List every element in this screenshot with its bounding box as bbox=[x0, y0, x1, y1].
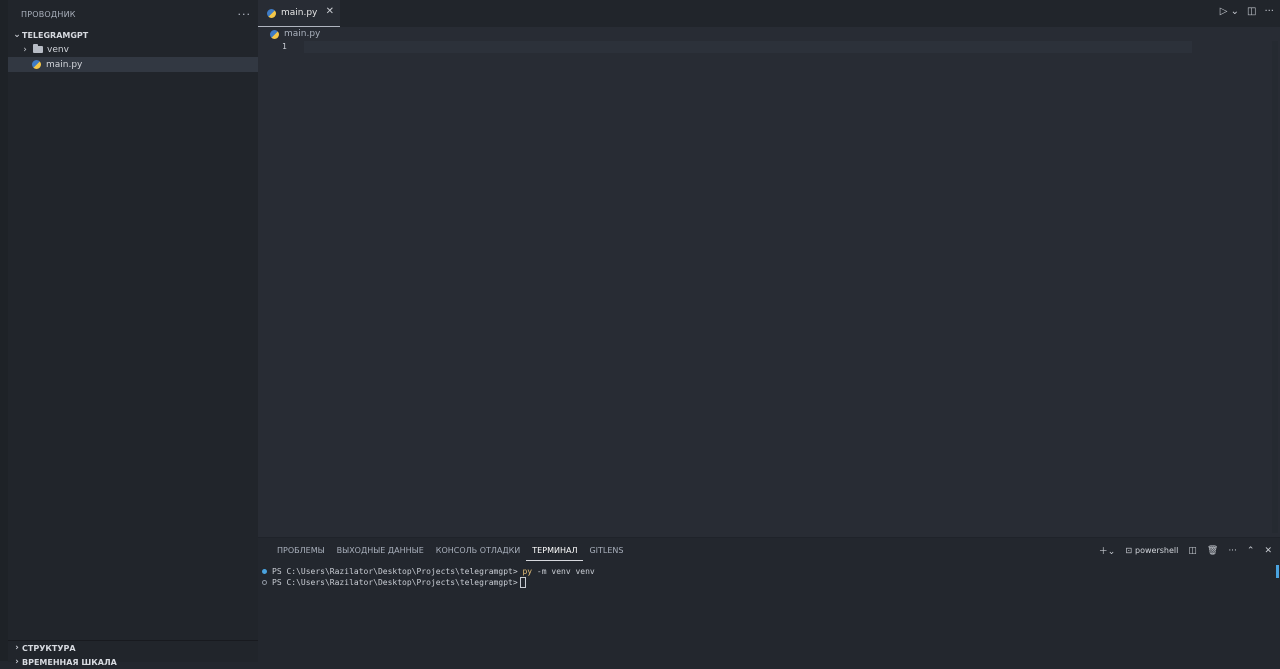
ellipsis-icon[interactable]: ··· bbox=[238, 8, 252, 21]
editor-tabbar: main.py ✕ ▷ ⌄ ◫ ··· bbox=[258, 0, 1280, 27]
split-terminal-icon[interactable]: ◫ bbox=[1188, 546, 1197, 556]
panel-tabs: ПРОБЛЕМЫ ВЫХОДНЫЕ ДАННЫЕ КОНСОЛЬ ОТЛАДКИ… bbox=[271, 543, 629, 561]
tab-main-py[interactable]: main.py ✕ bbox=[258, 0, 340, 27]
run-icon[interactable]: ▷ ⌄ bbox=[1220, 6, 1239, 17]
explorer-sidebar: ПРОВОДНИК ··· ⌄ TELEGRAMGPT › venv main.… bbox=[8, 0, 258, 640]
tab-label: main.py bbox=[281, 8, 318, 18]
close-icon[interactable]: ✕ bbox=[326, 6, 334, 17]
terminal-command: py bbox=[522, 567, 533, 576]
editor-scrollbar[interactable] bbox=[1272, 41, 1278, 533]
terminal-args: -m venv venv bbox=[532, 567, 595, 576]
close-panel-icon[interactable]: ✕ bbox=[1264, 546, 1272, 556]
python-icon bbox=[32, 60, 41, 69]
tab-debug-console[interactable]: КОНСОЛЬ ОТЛАДКИ bbox=[430, 543, 527, 561]
outline-section[interactable]: › СТРУКТУРА bbox=[8, 641, 258, 655]
timeline-label: ВРЕМЕННАЯ ШКАЛА bbox=[22, 657, 117, 667]
tab-terminal[interactable]: ТЕРМИНАЛ bbox=[526, 543, 584, 561]
tab-output[interactable]: ВЫХОДНЫЕ ДАННЫЕ bbox=[331, 543, 430, 561]
more-actions-icon[interactable]: ··· bbox=[1228, 546, 1237, 556]
tab-gitlens[interactable]: GITLENS bbox=[583, 543, 629, 561]
folder-icon bbox=[33, 44, 43, 53]
sidebar-bottom-sections: › СТРУКТУРА › ВРЕМЕННАЯ ШКАЛА bbox=[8, 640, 258, 667]
split-editor-icon[interactable]: ◫ bbox=[1247, 6, 1256, 17]
outline-label: СТРУКТУРА bbox=[22, 643, 76, 653]
chevron-right-icon: › bbox=[23, 44, 27, 55]
breadcrumb[interactable]: main.py bbox=[270, 28, 320, 40]
terminal-output[interactable]: PS C:\Users\Razilator\Desktop\Projects\t… bbox=[262, 566, 595, 588]
project-folder[interactable]: ⌄ TELEGRAMGPT bbox=[8, 28, 258, 42]
trash-icon[interactable]: 🗑 bbox=[1207, 546, 1218, 556]
shell-name: powershell bbox=[1135, 546, 1179, 555]
explorer-title: ПРОВОДНИК bbox=[21, 9, 76, 19]
terminal-icon: ⊡ bbox=[1125, 546, 1133, 555]
terminal-selector[interactable]: ⊡ powershell bbox=[1125, 546, 1178, 555]
explorer-header: ПРОВОДНИК ··· bbox=[8, 0, 258, 28]
python-icon bbox=[270, 29, 279, 39]
panel-actions: ＋⌄ ⊡ powershell ◫ 🗑 ··· ⌃ ✕ bbox=[1099, 544, 1272, 558]
python-icon bbox=[267, 8, 276, 18]
tree-item-venv[interactable]: › venv bbox=[8, 42, 258, 57]
tab-problems[interactable]: ПРОБЛЕМЫ bbox=[271, 543, 331, 561]
maximize-panel-icon[interactable]: ⌃ bbox=[1247, 546, 1255, 556]
chevron-right-icon: › bbox=[15, 643, 19, 653]
editor-area: main.py ✕ ▷ ⌄ ◫ ··· main.py 1 bbox=[258, 0, 1280, 537]
terminal-line: PS C:\Users\Razilator\Desktop\Projects\t… bbox=[262, 577, 595, 588]
timeline-section[interactable]: › ВРЕМЕННАЯ ШКАЛА bbox=[8, 655, 258, 669]
current-line-highlight bbox=[304, 41, 1192, 53]
success-dot-icon bbox=[262, 569, 267, 574]
tree-item-label: main.py bbox=[46, 59, 83, 70]
more-actions-icon[interactable]: ··· bbox=[1264, 6, 1274, 17]
line-number: 1 bbox=[282, 42, 287, 51]
terminal-prompt: PS C:\Users\Razilator\Desktop\Projects\t… bbox=[272, 578, 518, 587]
editor-actions: ▷ ⌄ ◫ ··· bbox=[1220, 6, 1274, 17]
terminal-prompt: PS C:\Users\Razilator\Desktop\Projects\t… bbox=[272, 567, 518, 576]
tree-item-main-py[interactable]: main.py bbox=[8, 57, 258, 72]
activity-bar bbox=[0, 0, 8, 661]
chevron-down-icon: ⌄ bbox=[13, 30, 21, 40]
cursor-icon bbox=[519, 577, 526, 588]
terminal-scrollbar[interactable] bbox=[1276, 565, 1279, 578]
new-terminal-icon[interactable]: ＋⌄ bbox=[1099, 544, 1116, 557]
empty-dot-icon bbox=[262, 580, 267, 585]
terminal-line: PS C:\Users\Razilator\Desktop\Projects\t… bbox=[262, 566, 595, 577]
tree-item-label: venv bbox=[47, 44, 69, 55]
chevron-right-icon: › bbox=[15, 657, 19, 667]
breadcrumb-file: main.py bbox=[284, 29, 321, 39]
terminal-panel: ПРОБЛЕМЫ ВЫХОДНЫЕ ДАННЫЕ КОНСОЛЬ ОТЛАДКИ… bbox=[258, 537, 1280, 641]
project-name: TELEGRAMGPT bbox=[22, 30, 89, 40]
